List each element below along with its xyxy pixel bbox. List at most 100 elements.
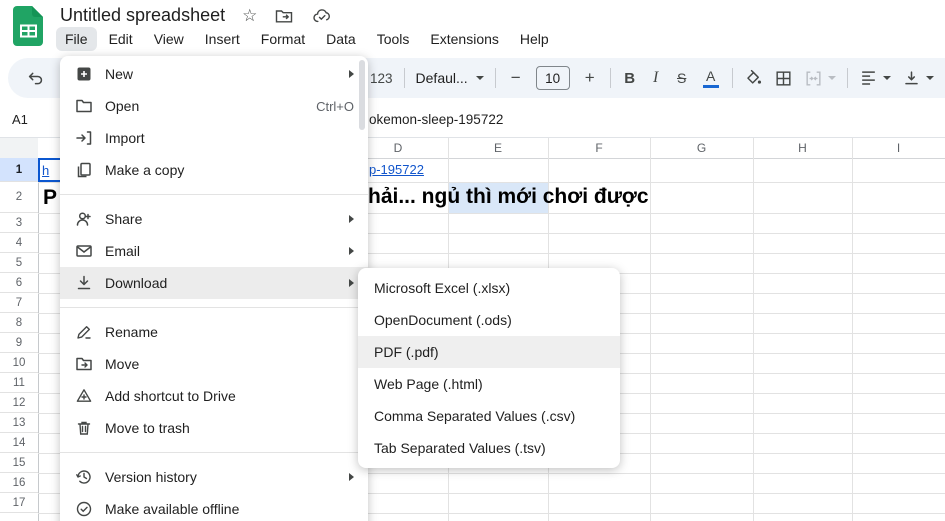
column-header-h[interactable]: H — [753, 138, 852, 158]
submenu-item-ods[interactable]: OpenDocument (.ods) — [358, 304, 620, 336]
menu-view[interactable]: View — [145, 27, 193, 51]
folder-icon — [75, 97, 93, 115]
vertical-align-icon[interactable] — [902, 69, 921, 88]
menu-format[interactable]: Format — [252, 27, 314, 51]
menu-item-label: Open — [105, 98, 140, 114]
number-format-button[interactable]: 123 — [370, 71, 393, 86]
strikethrough-button[interactable]: S — [674, 70, 690, 86]
row-header-6[interactable]: 6 — [0, 273, 38, 293]
text-color-bar — [702, 84, 719, 88]
toolbar-divider — [731, 68, 733, 88]
file-menu-panel: New Open Ctrl+O Import Make a copy Share… — [60, 56, 368, 521]
file-menu-item-import[interactable]: Import — [60, 122, 368, 154]
row-header-8[interactable]: 8 — [0, 313, 38, 333]
column-header-e[interactable]: E — [448, 138, 548, 158]
google-sheets-window: Untitled spreadsheet ☆ File Edit View In… — [0, 0, 945, 521]
toolbar-divider — [494, 68, 496, 88]
trash-icon — [75, 419, 93, 437]
menu-scrollbar[interactable] — [359, 60, 365, 130]
chevron-down-icon[interactable] — [925, 76, 934, 80]
menu-tools[interactable]: Tools — [368, 27, 419, 51]
font-size-input[interactable]: 10 — [535, 66, 570, 90]
row-header-12[interactable]: 12 — [0, 393, 38, 413]
row-header-9[interactable]: 9 — [0, 333, 38, 353]
undo-icon[interactable] — [26, 69, 45, 88]
file-menu-item-new[interactable]: New — [60, 58, 368, 90]
submenu-item-html[interactable]: Web Page (.html) — [358, 368, 620, 400]
select-all-corner[interactable] — [0, 138, 39, 159]
borders-icon[interactable] — [774, 69, 793, 88]
row-header-13[interactable]: 13 — [0, 413, 38, 433]
row-header-17[interactable]: 17 — [0, 493, 38, 513]
drive-add-icon — [75, 387, 93, 405]
file-menu-item-add-shortcut-to-drive[interactable]: Add shortcut to Drive — [60, 380, 368, 412]
move-folder-icon[interactable] — [274, 6, 294, 26]
row-header-16[interactable]: 16 — [0, 473, 38, 493]
menu-item-label: Download — [105, 275, 168, 291]
pencil-icon — [75, 323, 93, 341]
submenu-item-tsv[interactable]: Tab Separated Values (.tsv) — [358, 432, 620, 464]
menu-extensions[interactable]: Extensions — [421, 27, 507, 51]
merge-cells-icon[interactable] — [804, 69, 823, 88]
increase-font-size-button[interactable]: + — [581, 68, 599, 88]
file-menu-item-make-available-offline[interactable]: Make available offline — [60, 493, 368, 521]
bold-button[interactable]: B — [622, 70, 638, 87]
file-menu-item-make-a-copy[interactable]: Make a copy — [60, 154, 368, 186]
submenu-arrow-icon — [349, 473, 354, 481]
menu-item-label: Email — [105, 243, 141, 259]
new-document-icon — [75, 65, 93, 83]
submenu-item-csv[interactable]: Comma Separated Values (.csv) — [358, 400, 620, 432]
document-title[interactable]: Untitled spreadsheet — [60, 5, 225, 26]
submenu-item-xlsx[interactable]: Microsoft Excel (.xlsx) — [358, 272, 620, 304]
row-header-4[interactable]: 4 — [0, 233, 38, 253]
file-menu-item-share[interactable]: Share — [60, 203, 368, 235]
star-icon[interactable]: ☆ — [242, 7, 257, 24]
menu-help[interactable]: Help — [511, 27, 558, 51]
row-header-14[interactable]: 14 — [0, 433, 38, 453]
row-header-11[interactable]: 11 — [0, 373, 38, 393]
file-menu-item-move[interactable]: Move — [60, 348, 368, 380]
row-header-5[interactable]: 5 — [0, 253, 38, 273]
menu-file[interactable]: File — [56, 27, 97, 51]
file-menu-item-download[interactable]: Download — [60, 267, 368, 299]
text-color-letter: A — [706, 67, 716, 84]
column-header-g[interactable]: G — [650, 138, 753, 158]
submenu-item-label: OpenDocument (.ods) — [374, 312, 512, 328]
row-header-2[interactable]: 2 — [0, 182, 38, 213]
file-menu-item-version-history[interactable]: Version history — [60, 461, 368, 493]
row-header-7[interactable]: 7 — [0, 293, 38, 313]
row-header-1[interactable]: 1 — [0, 158, 38, 182]
row-header-10[interactable]: 10 — [0, 353, 38, 373]
file-menu-item-email[interactable]: Email — [60, 235, 368, 267]
column-header-f[interactable]: F — [548, 138, 650, 158]
submenu-item-pdf[interactable]: PDF (.pdf) — [358, 336, 620, 368]
horizontal-align-icon[interactable] — [859, 69, 878, 88]
fill-color-icon[interactable] — [744, 69, 763, 88]
menu-divider — [60, 452, 368, 453]
menu-item-label: Import — [105, 130, 145, 146]
file-menu-item-move-to-trash[interactable]: Move to trash — [60, 412, 368, 444]
menu-bar: File Edit View Insert Format Data Tools … — [56, 27, 558, 51]
submenu-arrow-icon — [349, 247, 354, 255]
menu-data[interactable]: Data — [317, 27, 365, 51]
menu-edit[interactable]: Edit — [100, 27, 142, 51]
chevron-down-icon[interactable] — [827, 76, 836, 80]
sheets-logo-icon[interactable] — [13, 6, 43, 46]
chevron-down-icon[interactable] — [882, 76, 891, 80]
cell-d1-link-fragment[interactable]: p-195722 — [369, 162, 424, 177]
menu-item-label: Rename — [105, 324, 158, 340]
row-header-3[interactable]: 3 — [0, 213, 38, 233]
column-header-i[interactable]: I — [852, 138, 945, 158]
cloud-status-icon[interactable] — [311, 6, 333, 26]
italic-button[interactable]: I — [649, 69, 663, 87]
text-color-button[interactable]: A — [701, 67, 721, 88]
formula-input[interactable]: okemon-sleep-195722 — [369, 112, 503, 127]
font-selector[interactable]: Defaul... — [416, 70, 484, 86]
menu-insert[interactable]: Insert — [196, 27, 249, 51]
file-menu-item-rename[interactable]: Rename — [60, 316, 368, 348]
decrease-font-size-button[interactable]: − — [507, 68, 525, 88]
file-menu-item-open[interactable]: Open Ctrl+O — [60, 90, 368, 122]
chevron-down-icon — [475, 76, 484, 80]
row-header-15[interactable]: 15 — [0, 453, 38, 473]
name-box[interactable]: A1 — [12, 112, 28, 127]
